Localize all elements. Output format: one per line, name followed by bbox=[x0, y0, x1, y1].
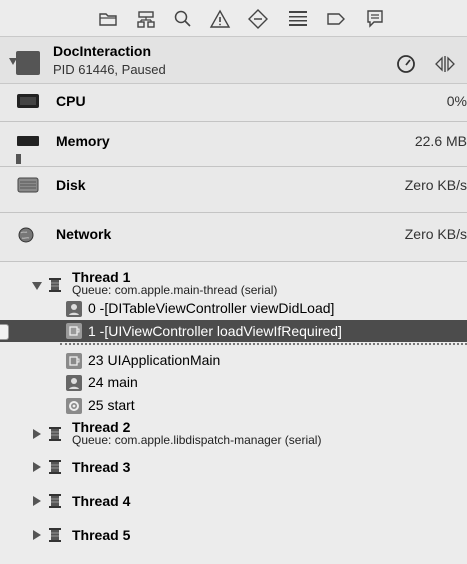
gauge-options-icon[interactable] bbox=[396, 54, 416, 74]
thread-spool-icon bbox=[48, 493, 62, 509]
process-name: DocInteraction bbox=[53, 43, 152, 59]
gauge-disk[interactable]: Disk Zero KB/s bbox=[0, 167, 467, 213]
app-icon bbox=[16, 51, 40, 75]
tag-icon[interactable] bbox=[325, 8, 347, 30]
user-code-icon bbox=[66, 301, 82, 317]
gauge-value: Zero KB/s bbox=[404, 177, 467, 193]
thread-queue: Queue: com.apple.main-thread (serial) bbox=[72, 283, 278, 297]
stack-frame-label[interactable]: 25 start bbox=[88, 397, 135, 413]
gear-icon bbox=[66, 398, 82, 414]
stack-frame-label[interactable]: 23 UIApplicationMain bbox=[88, 352, 220, 368]
process-row[interactable]: DocInteraction PID 61446, Paused bbox=[0, 37, 467, 84]
cpu-chip-icon bbox=[16, 93, 40, 109]
system-code-icon bbox=[66, 323, 82, 339]
thread-spool-icon bbox=[48, 277, 62, 293]
system-code-icon bbox=[66, 353, 82, 369]
disclosure-triangle-icon[interactable] bbox=[33, 530, 41, 540]
list-icon[interactable] bbox=[287, 8, 309, 30]
memory-chip-icon bbox=[16, 133, 40, 149]
gauge-label: Disk bbox=[56, 177, 86, 193]
disclosure-triangle-icon[interactable] bbox=[33, 496, 41, 506]
gauge-label: Memory bbox=[56, 133, 110, 149]
warning-icon[interactable] bbox=[209, 8, 231, 30]
disk-drive-icon bbox=[16, 176, 40, 194]
process-status: PID 61446, Paused bbox=[53, 62, 166, 77]
breakpoint-marker-icon[interactable] bbox=[0, 324, 9, 340]
comment-icon[interactable] bbox=[364, 8, 386, 30]
thread-name[interactable]: Thread 4 bbox=[72, 493, 130, 509]
folder-icon[interactable] bbox=[97, 8, 119, 30]
thread-spool-icon bbox=[48, 426, 62, 442]
thread-spool-icon bbox=[48, 527, 62, 543]
search-icon[interactable] bbox=[172, 8, 194, 30]
memory-usage-bar bbox=[16, 154, 21, 164]
gauge-label: CPU bbox=[56, 93, 86, 109]
gauge-cpu[interactable]: CPU 0% bbox=[0, 84, 467, 122]
user-code-icon bbox=[66, 375, 82, 391]
globe-icon bbox=[16, 226, 40, 244]
thread-spool-icon bbox=[48, 459, 62, 475]
thread-queue: Queue: com.apple.libdispatch-manager (se… bbox=[72, 433, 322, 447]
thread-name[interactable]: Thread 3 bbox=[72, 459, 130, 475]
hierarchy-icon[interactable] bbox=[135, 8, 157, 30]
breakpoint-diamond-icon[interactable] bbox=[247, 8, 269, 30]
gauge-memory[interactable]: Memory 22.6 MB bbox=[0, 122, 467, 167]
gauge-label: Network bbox=[56, 226, 112, 242]
disclosure-triangle-icon[interactable] bbox=[33, 429, 41, 439]
continue-pause-icon[interactable] bbox=[432, 54, 458, 74]
stack-frame-label[interactable]: 24 main bbox=[88, 374, 138, 390]
gauge-value: 0% bbox=[446, 93, 467, 109]
stack-frame-label[interactable]: 0 -[DITableViewController viewDidLoad] bbox=[88, 300, 334, 316]
gauge-network[interactable]: Network Zero KB/s bbox=[0, 213, 467, 262]
thread-name[interactable]: Thread 5 bbox=[72, 527, 130, 543]
debug-navigator-toolbar bbox=[0, 0, 467, 37]
disclosure-triangle-icon[interactable] bbox=[32, 282, 42, 290]
gauge-value: Zero KB/s bbox=[404, 226, 467, 242]
gauge-value: 22.6 MB bbox=[414, 133, 467, 149]
elided-frames-separator bbox=[60, 343, 467, 345]
disclosure-triangle-icon[interactable] bbox=[33, 462, 41, 472]
stack-frame-label[interactable]: 1 -[UIViewController loadViewIfRequired] bbox=[88, 323, 342, 339]
